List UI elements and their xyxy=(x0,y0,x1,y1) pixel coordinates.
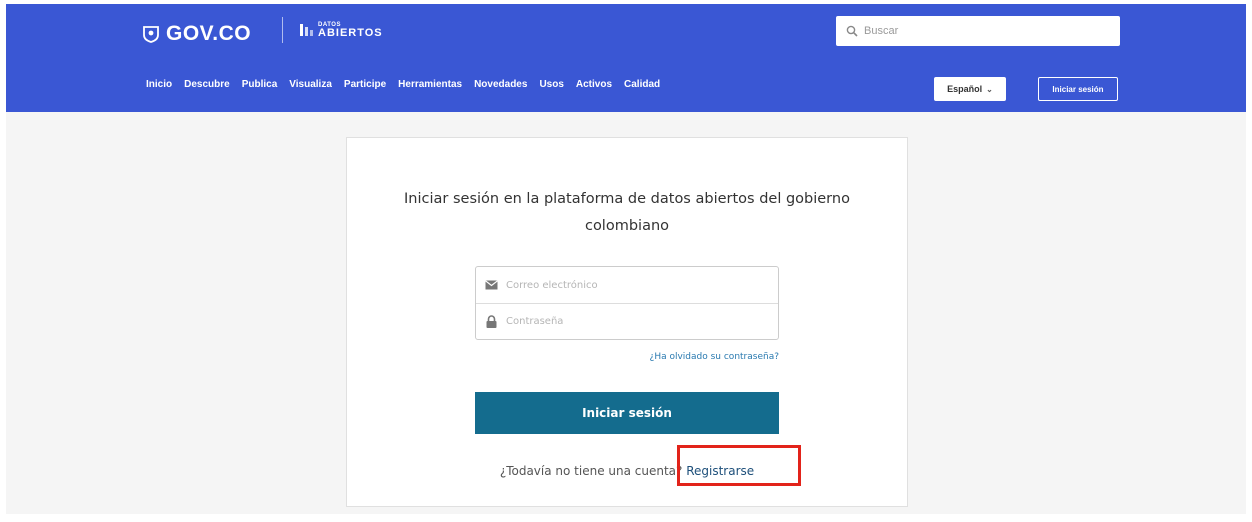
top-header: GOV.CO DATOS ABIERTOS Inicio Descubre xyxy=(6,4,1246,112)
nav-item-usos[interactable]: Usos xyxy=(539,79,563,90)
logo-divider xyxy=(282,17,283,43)
register-prompt-text: ¿Todavía no tiene una cuenta? xyxy=(499,464,683,478)
chevron-down-icon: ⌄ xyxy=(986,84,993,94)
register-link[interactable]: Registrarse xyxy=(686,464,754,478)
forgot-password-link[interactable]: ¿Ha olvidado su contraseña? xyxy=(475,352,779,362)
nav-item-visualiza[interactable]: Visualiza xyxy=(289,79,332,90)
nav-item-inicio[interactable]: Inicio xyxy=(146,79,172,90)
password-input[interactable] xyxy=(504,314,768,328)
gov-co-logo[interactable]: GOV.CO xyxy=(142,16,251,52)
datos-logo-big-text: ABIERTOS xyxy=(318,26,383,39)
login-title: Iniciar sesión en la plataforma de datos… xyxy=(404,191,850,234)
nav-item-novedades[interactable]: Novedades xyxy=(474,79,527,90)
register-prompt: ¿Todavía no tiene una cuenta? Registrars… xyxy=(387,464,867,478)
email-input[interactable] xyxy=(504,278,768,292)
search-icon[interactable] xyxy=(846,25,858,37)
envelope-icon xyxy=(484,278,498,292)
nav-item-calidad[interactable]: Calidad xyxy=(624,79,660,90)
nav-item-participe[interactable]: Participe xyxy=(344,79,386,90)
login-fields xyxy=(475,266,779,340)
nav-item-publica[interactable]: Publica xyxy=(242,79,278,90)
login-submit-button[interactable]: Iniciar sesión xyxy=(475,392,779,434)
colombia-shield-icon xyxy=(143,26,159,43)
datos-abiertos-logo[interactable]: DATOS ABIERTOS xyxy=(298,18,383,42)
lock-icon xyxy=(484,314,498,328)
nav-item-herramientas[interactable]: Herramientas xyxy=(398,79,462,90)
search-box[interactable] xyxy=(836,16,1120,46)
datos-abiertos-mark-icon xyxy=(300,24,313,36)
language-select[interactable]: Español ⌄ xyxy=(934,77,1006,101)
page: GOV.CO DATOS ABIERTOS Inicio Descubre xyxy=(6,4,1246,514)
header-login-button[interactable]: Iniciar sesión xyxy=(1038,77,1118,101)
nav-item-descubre[interactable]: Descubre xyxy=(184,79,230,90)
password-field[interactable] xyxy=(476,303,778,339)
language-select-value: Español xyxy=(947,84,983,94)
nav-item-activos[interactable]: Activos xyxy=(576,79,612,90)
datos-abiertos-wordmark: DATOS ABIERTOS xyxy=(318,22,383,39)
main-nav: Inicio Descubre Publica Visualiza Partic… xyxy=(146,79,660,90)
login-card: Iniciar sesión en la plataforma de datos… xyxy=(346,137,908,507)
email-field[interactable] xyxy=(476,267,778,304)
gov-co-logo-text: GOV.CO xyxy=(166,22,252,45)
search-input[interactable] xyxy=(862,24,1106,38)
